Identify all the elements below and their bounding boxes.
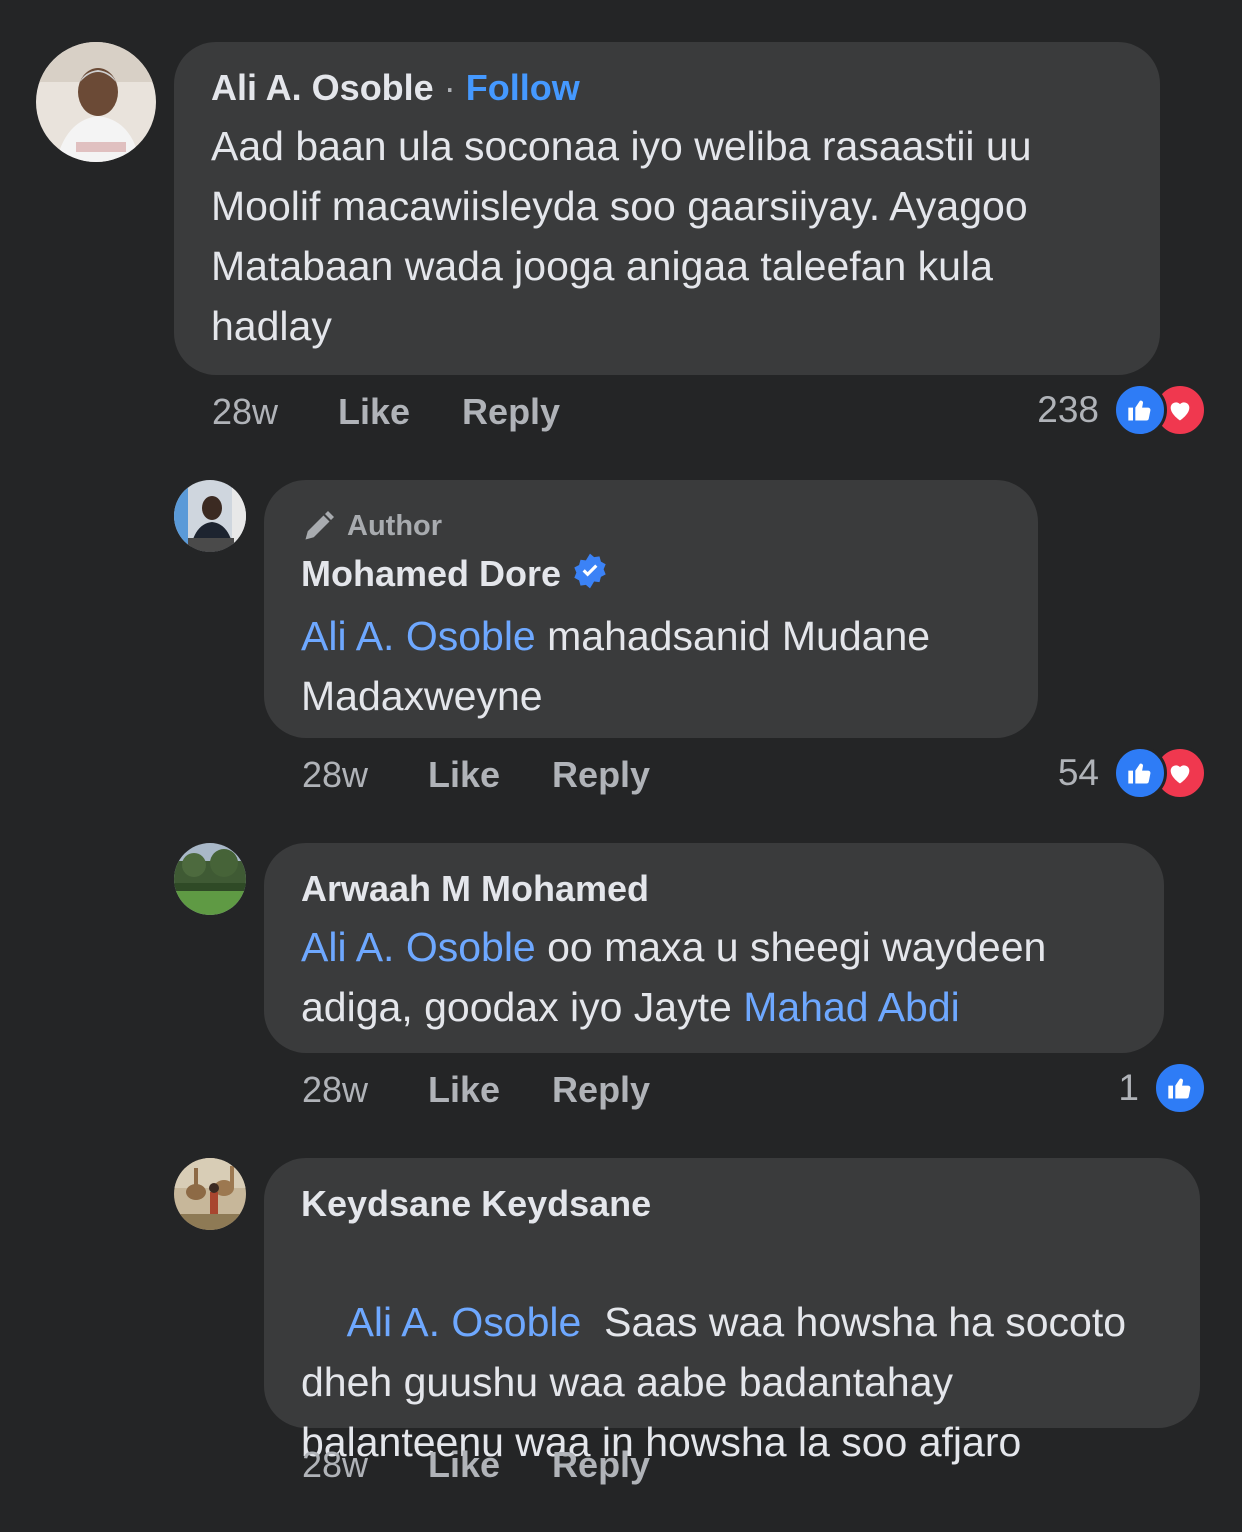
- reply-button[interactable]: Reply: [552, 1444, 650, 1486]
- comment-bubble: Ali A. Osoble · Follow Aad baan ula soco…: [174, 42, 1160, 375]
- like-icon: [1153, 1061, 1207, 1115]
- reply-button[interactable]: Reply: [462, 391, 560, 433]
- like-button[interactable]: Like: [428, 754, 500, 796]
- comment-author: Ali A. Osoble · Follow: [211, 66, 1123, 110]
- like-button[interactable]: Like: [338, 391, 410, 433]
- like-button[interactable]: Like: [428, 1069, 500, 1111]
- mention-link[interactable]: Ali A. Osoble: [347, 1299, 582, 1345]
- comment-actions: 28w Like Reply: [302, 1440, 702, 1490]
- follow-button[interactable]: Follow: [466, 67, 580, 108]
- reaction-summary[interactable]: 1: [1118, 1061, 1207, 1115]
- reply-button[interactable]: Reply: [552, 754, 650, 796]
- author-badge: Author: [301, 506, 1001, 546]
- author-name[interactable]: Ali A. Osoble: [211, 67, 434, 108]
- author-name[interactable]: Mohamed Dore: [301, 553, 561, 594]
- avatar[interactable]: [174, 1158, 246, 1230]
- reply-button[interactable]: Reply: [552, 1069, 650, 1111]
- comment-text: Aad baan ula soconaa iyo weliba rasaasti…: [211, 123, 1032, 349]
- timestamp[interactable]: 28w: [302, 1069, 428, 1111]
- mention-link[interactable]: Ali A. Osoble: [301, 924, 536, 970]
- verified-badge-icon: [571, 552, 609, 600]
- comment-author: Keydsane Keydsane: [301, 1182, 1163, 1226]
- reaction-count: 54: [1057, 752, 1099, 793]
- avatar[interactable]: [36, 42, 156, 162]
- comment-text: Ali A. Osoble mahadsanid Mudane Madaxwey…: [301, 606, 1001, 726]
- reaction-summary[interactable]: 54: [1057, 746, 1207, 800]
- comment-actions: 28w Like Reply: [302, 1065, 702, 1115]
- reaction-count: 1: [1118, 1067, 1139, 1108]
- mention-link[interactable]: Ali A. Osoble: [301, 613, 536, 659]
- comment-actions: 28w Like Reply: [302, 750, 702, 800]
- avatar[interactable]: [174, 843, 246, 915]
- timestamp[interactable]: 28w: [302, 1444, 428, 1486]
- author-name[interactable]: Arwaah M Mohamed: [301, 868, 649, 909]
- author-badge-label: Author: [347, 509, 443, 542]
- comment-bubble: Keydsane Keydsane Ali A. Osoble Saas waa…: [264, 1158, 1200, 1465]
- avatar[interactable]: [174, 480, 246, 552]
- timestamp[interactable]: 28w: [302, 754, 428, 796]
- comment-author: Arwaah M Mohamed: [301, 867, 1127, 911]
- comment-author: Mohamed Dore: [301, 552, 1001, 600]
- reaction-summary[interactable]: 238: [1037, 383, 1207, 437]
- like-icon: [1113, 746, 1167, 800]
- pen-icon: [305, 511, 334, 540]
- timestamp[interactable]: 28w: [212, 391, 338, 433]
- comment-actions: 28w Like Reply: [212, 387, 612, 437]
- mention-link[interactable]: Mahad Abdi: [743, 984, 960, 1030]
- reaction-count: 238: [1037, 389, 1099, 430]
- comment-text: Ali A. Osoble oo maxa u sheegi waydeen a…: [301, 917, 1127, 1037]
- like-icon: [1113, 383, 1167, 437]
- comment-bubble: Author Mohamed Dore Ali A. Osoble mahads…: [264, 480, 1038, 738]
- comment-bubble: Arwaah M Mohamed Ali A. Osoble oo maxa u…: [264, 843, 1164, 1053]
- like-button[interactable]: Like: [428, 1444, 500, 1486]
- separator: ·: [443, 67, 456, 108]
- author-name[interactable]: Keydsane Keydsane: [301, 1183, 651, 1224]
